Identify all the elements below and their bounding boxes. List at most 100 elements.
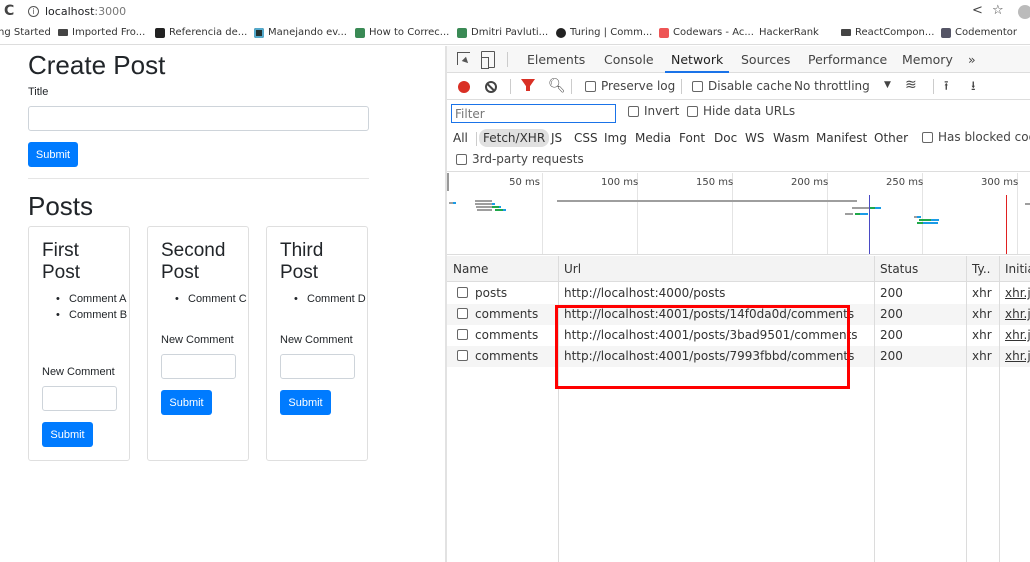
checkbox[interactable] [922, 131, 933, 143]
network-conditions-icon[interactable]: ≋ [905, 77, 917, 93]
new-comment-input[interactable] [42, 386, 117, 411]
column-divider[interactable] [999, 256, 1000, 562]
title-input[interactable] [28, 106, 369, 131]
type-filter-js[interactable]: JS [551, 131, 562, 145]
timeline-request-bar [917, 216, 921, 218]
separator [476, 132, 477, 146]
tab-sources[interactable]: Sources [741, 52, 790, 67]
column-header-status[interactable]: Status [880, 262, 918, 276]
url-field[interactable]: localhost:3000 [45, 5, 126, 18]
type-filter-font[interactable]: Font [679, 131, 705, 145]
has-blocked-cookies-checkbox[interactable]: Has blocked cook [922, 130, 1030, 144]
bookmark-item[interactable]: Manejando ev... [254, 27, 347, 38]
type-filter-other[interactable]: Other [874, 131, 908, 145]
bookmark-item[interactable]: ReactCompon... [841, 27, 934, 38]
request-name: posts [457, 286, 507, 300]
bookmark-item[interactable]: HackerRank [759, 27, 819, 169]
request-initiator-link[interactable]: xhr.js [1005, 328, 1030, 342]
request-initiator-link[interactable]: xhr.js [1005, 307, 1030, 321]
network-timeline-overview[interactable]: 50 ms 100 ms 150 ms 200 ms 250 ms 300 ms [447, 173, 1030, 255]
column-divider[interactable] [874, 256, 875, 562]
bookmark-label: Manejando ev... [268, 27, 347, 38]
invert-checkbox[interactable]: Invert [628, 104, 679, 118]
type-filter-all[interactable]: All [453, 131, 468, 145]
export-har-icon[interactable]: ⭳ [971, 77, 976, 99]
request-initiator-link[interactable]: xhr.js [1005, 349, 1030, 363]
comment-submit-button[interactable]: Submit [280, 390, 331, 415]
bookmark-item[interactable]: Referencia de... [155, 27, 247, 38]
bookmark-item[interactable]: ng Started [0, 27, 51, 38]
checkbox[interactable] [687, 105, 698, 117]
type-filter-img[interactable]: Img [604, 131, 627, 145]
site-info-icon[interactable]: i [28, 6, 39, 17]
comment-submit-button[interactable]: Submit [42, 422, 93, 447]
preserve-log-checkbox[interactable]: Preserve log [585, 79, 675, 93]
search-icon[interactable]: 🔍︎ [548, 78, 566, 94]
tab-console[interactable]: Console [604, 52, 654, 67]
type-filter-media[interactable]: Media [635, 131, 671, 145]
url-port: :3000 [94, 5, 127, 18]
type-filter-manifest[interactable]: Manifest [816, 131, 867, 145]
type-filter-css[interactable]: CSS [574, 131, 598, 145]
checkbox[interactable] [456, 153, 467, 165]
bookmark-item[interactable]: Codewars - Ac... [659, 27, 754, 38]
checkbox[interactable] [457, 350, 468, 361]
column-header-name[interactable]: Name [453, 262, 488, 276]
column-header-url[interactable]: Url [564, 262, 581, 276]
table-row[interactable]: posts http://localhost:4000/posts 200 xh… [447, 283, 1030, 304]
new-comment-label: New Comment [280, 334, 353, 346]
checkbox[interactable] [585, 80, 596, 92]
new-comment-input[interactable] [161, 354, 236, 379]
bookmark-item[interactable]: Imported Fro... [58, 27, 145, 38]
column-header-initiator[interactable]: Initia [1005, 262, 1030, 276]
throttling-select[interactable]: No throttling [794, 79, 870, 93]
inspect-element-icon[interactable] [457, 52, 470, 65]
bookmark-item[interactable]: How to Correc... [355, 27, 449, 38]
checkbox[interactable] [692, 80, 703, 92]
checkbox[interactable] [628, 105, 639, 117]
column-divider[interactable] [966, 256, 967, 562]
comment-submit-button[interactable]: Submit [161, 390, 212, 415]
tab-performance[interactable]: Performance [808, 52, 887, 67]
bookmark-item[interactable]: Codementor [941, 27, 1017, 38]
type-filter-doc[interactable]: Doc [714, 131, 737, 145]
disable-cache-checkbox[interactable]: Disable cache [692, 79, 792, 93]
share-icon[interactable]: < [972, 3, 983, 18]
create-post-submit-button[interactable]: Submit [28, 142, 78, 167]
bookmark-item[interactable]: Turing | Comm... [556, 27, 652, 38]
bookmarks-bar: ng Started Imported Fro... Referencia de… [0, 24, 1030, 169]
post-title: Third Post [280, 240, 324, 283]
tab-memory[interactable]: Memory [902, 52, 953, 67]
separator [571, 79, 572, 94]
extension-icon[interactable] [1018, 5, 1030, 19]
import-har-icon[interactable]: ⭱ [944, 77, 949, 99]
comment-item: Comment A [42, 291, 128, 307]
request-status: 200 [880, 349, 903, 363]
filter-icon[interactable] [521, 79, 535, 91]
dropdown-arrow-icon[interactable]: ▼ [884, 80, 891, 90]
bookmark-star-icon[interactable]: ☆ [992, 3, 1004, 18]
filter-input[interactable] [451, 104, 616, 123]
reload-icon[interactable]: C [4, 3, 14, 19]
new-comment-input[interactable] [280, 354, 355, 379]
column-header-type[interactable]: Ty.. [972, 262, 990, 276]
device-toolbar-icon[interactable] [481, 51, 495, 69]
checkbox[interactable] [457, 329, 468, 340]
type-filter-fetch-xhr[interactable]: Fetch/XHR [479, 129, 550, 147]
more-tabs-button[interactable]: » [968, 52, 976, 67]
type-filter-wasm[interactable]: Wasm [773, 131, 809, 145]
timeline-handle[interactable] [447, 173, 449, 191]
hide-data-urls-checkbox[interactable]: Hide data URLs [687, 104, 795, 118]
third-party-checkbox[interactable]: 3rd-party requests [456, 152, 584, 166]
tab-elements[interactable]: Elements [527, 52, 585, 67]
request-initiator-link[interactable]: xhr.js [1005, 286, 1030, 300]
clear-icon[interactable] [485, 81, 497, 93]
checkbox[interactable] [457, 308, 468, 319]
record-icon[interactable] [458, 81, 470, 93]
type-filter-ws[interactable]: WS [745, 131, 764, 145]
comment-item: Comment B [42, 307, 128, 323]
column-divider[interactable] [558, 256, 559, 562]
checkbox[interactable] [457, 287, 468, 298]
tab-network[interactable]: Network [671, 52, 723, 67]
bookmark-item[interactable]: Dmitri Pavluti... [457, 27, 548, 38]
